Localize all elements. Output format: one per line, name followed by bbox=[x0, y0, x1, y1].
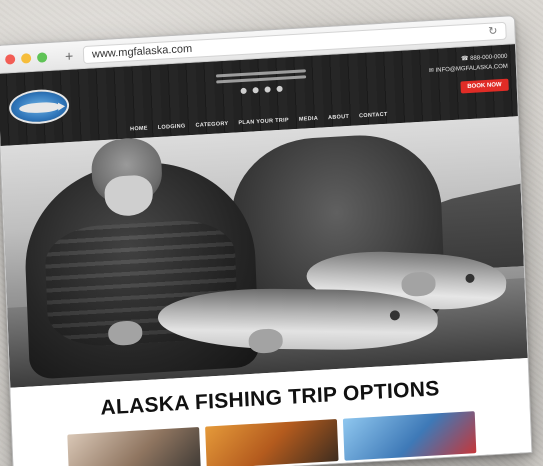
nav-item-about[interactable]: ABOUT bbox=[328, 114, 349, 121]
minimize-dot-icon[interactable] bbox=[20, 52, 32, 64]
trip-thumbnail[interactable] bbox=[67, 427, 201, 466]
email-address[interactable]: ✉ INFO@MGFALASKA.COM bbox=[429, 63, 508, 75]
social-icons bbox=[217, 84, 307, 95]
instagram-icon[interactable] bbox=[264, 86, 271, 93]
header-contact: ☎ 888-000-0000 ✉ INFO@MGFALASKA.COM BOOK… bbox=[428, 53, 509, 96]
nav-item-contact[interactable]: CONTACT bbox=[359, 112, 388, 120]
nav-item-lodging[interactable]: LODGING bbox=[158, 123, 186, 131]
hero-image bbox=[0, 116, 528, 388]
youtube-icon[interactable] bbox=[276, 85, 283, 93]
twitter-icon[interactable] bbox=[252, 87, 259, 94]
reload-icon[interactable]: ↻ bbox=[488, 24, 498, 38]
maximize-dot-icon[interactable] bbox=[36, 51, 48, 63]
fish-logo-icon bbox=[18, 101, 60, 114]
website-content: ☎ 888-000-0000 ✉ INFO@MGFALASKA.COM BOOK… bbox=[0, 44, 532, 466]
book-now-button[interactable]: BOOK NOW bbox=[460, 78, 509, 94]
nav-item-home[interactable]: HOME bbox=[130, 126, 148, 133]
trip-thumbnail[interactable] bbox=[205, 419, 339, 466]
scene: + www.mgfalaska.com ↻ ☎ 888-000-0000 ✉ I… bbox=[0, 0, 543, 466]
browser-window: + www.mgfalaska.com ↻ ☎ 888-000-0000 ✉ I… bbox=[0, 15, 533, 466]
nav-item-media[interactable]: MEDIA bbox=[299, 116, 318, 123]
close-dot-icon[interactable] bbox=[4, 53, 16, 65]
hero-person-beard bbox=[103, 174, 154, 218]
nav-item-plan-your-trip[interactable]: PLAN YOUR TRIP bbox=[238, 117, 289, 126]
site-logo[interactable] bbox=[8, 88, 70, 126]
plus-icon[interactable]: + bbox=[61, 47, 78, 64]
hero-person-left bbox=[21, 136, 260, 380]
trip-thumbnail[interactable] bbox=[342, 411, 477, 461]
header-tagline bbox=[215, 66, 307, 95]
facebook-icon[interactable] bbox=[240, 87, 247, 95]
nav-item-category[interactable]: CATEGORY bbox=[195, 121, 228, 129]
